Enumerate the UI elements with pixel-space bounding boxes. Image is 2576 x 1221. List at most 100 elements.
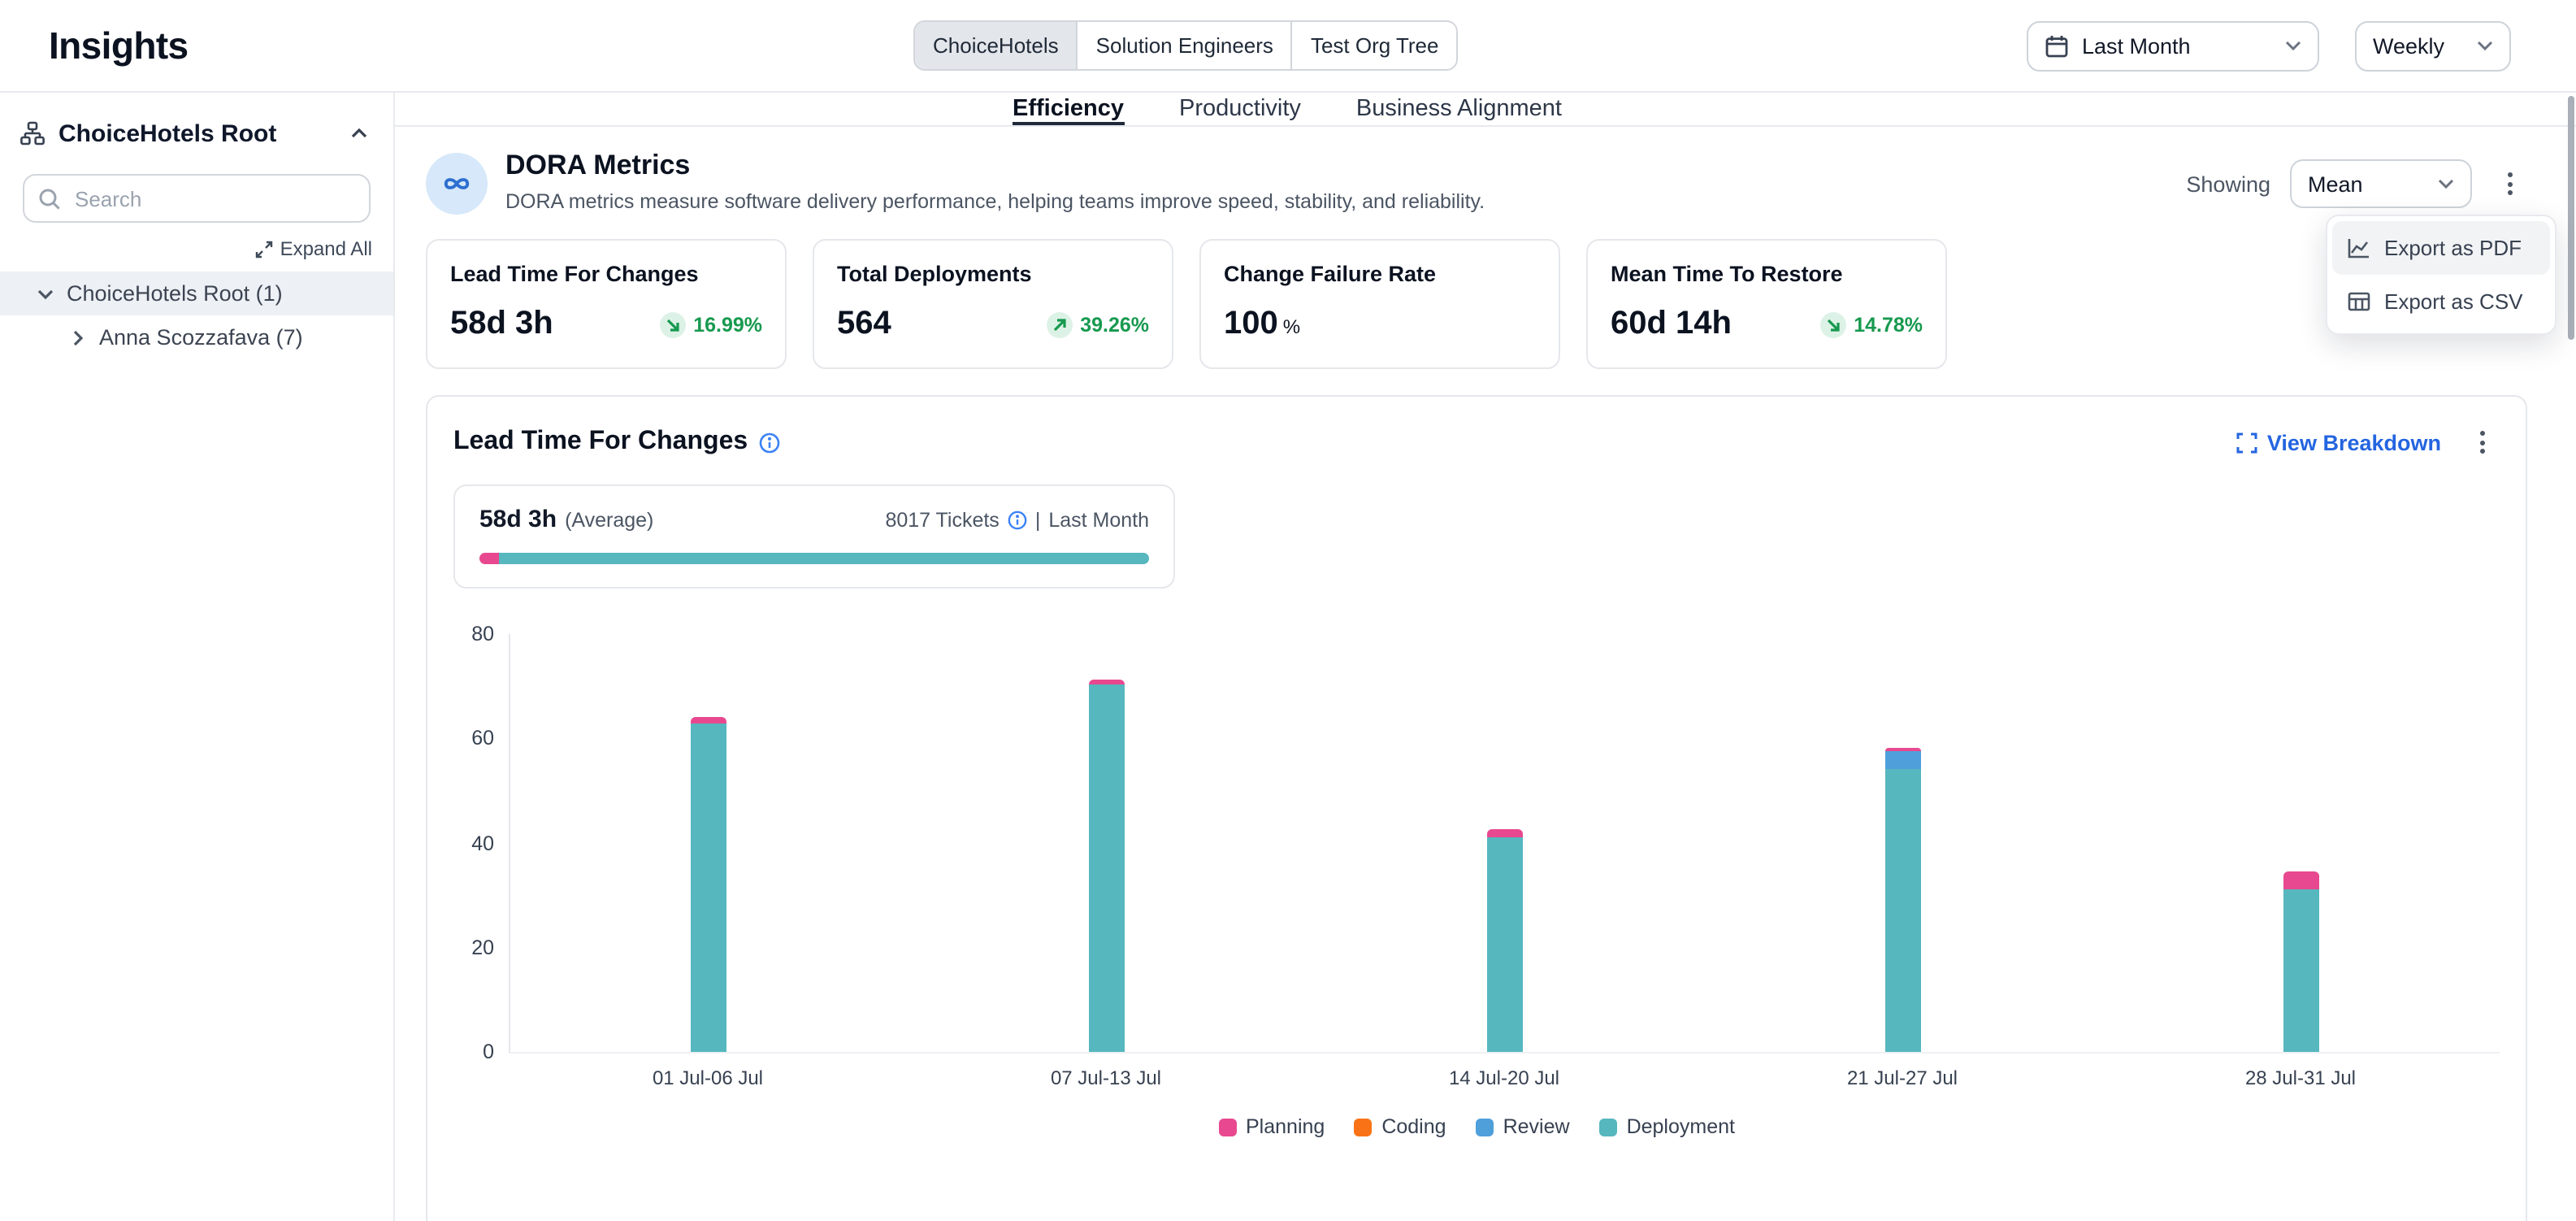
bar-segment-deployment xyxy=(1089,685,1125,1053)
org-tab-solution-engineers[interactable]: Solution Engineers xyxy=(1077,22,1291,69)
metric-delta-badge: 14.78% xyxy=(1819,311,1923,337)
y-axis-tick: 20 xyxy=(452,935,494,961)
legend-label: Review xyxy=(1503,1115,1570,1138)
chevron-down-icon xyxy=(2438,176,2454,192)
bar-segment-planning xyxy=(2283,871,2318,890)
search-icon xyxy=(37,187,62,211)
summary-bar-segment-deployment xyxy=(500,553,1149,564)
metric-title: Change Failure Rate xyxy=(1224,262,1536,286)
metric-value: 100% xyxy=(1224,306,1300,343)
info-icon[interactable] xyxy=(759,432,780,453)
card-total-deployments[interactable]: Total Deployments 564 39.26% xyxy=(813,239,1173,369)
table-icon xyxy=(2347,289,2371,314)
granularity-select[interactable]: Weekly xyxy=(2355,20,2511,71)
x-axis-label: 07 Jul-13 Jul xyxy=(907,1067,1305,1089)
granularity-select-value: Weekly xyxy=(2373,33,2464,58)
tree-item-label: Anna Scozzafava (7) xyxy=(99,325,303,350)
metric-delta-value: 39.26% xyxy=(1080,313,1149,336)
metric-delta-badge: 16.99% xyxy=(659,311,762,337)
summary-value: 58d 3h xyxy=(479,506,557,533)
legend-item-coding[interactable]: Coding xyxy=(1354,1115,1446,1138)
dora-titles: DORA Metrics DORA metrics measure softwa… xyxy=(505,150,1485,213)
tree-item-anna-scozzafava[interactable]: Anna Scozzafava (7) xyxy=(0,315,393,359)
org-tree-icon xyxy=(20,120,46,146)
expand-all-label: Expand All xyxy=(280,237,372,260)
legend-item-deployment[interactable]: Deployment xyxy=(1599,1115,1735,1138)
x-axis-labels: 01 Jul-06 Jul07 Jul-13 Jul14 Jul-20 Jul2… xyxy=(509,1067,2500,1089)
summary-meta: 8017 Tickets | Last Month xyxy=(885,508,1149,531)
bars-container xyxy=(510,634,2500,1052)
stacked-bar-3[interactable] xyxy=(1487,829,1523,1052)
bar-segment-planning xyxy=(692,716,727,724)
y-axis-tick: 40 xyxy=(452,830,494,856)
aggregation-select[interactable]: Mean xyxy=(2290,159,2472,208)
period-select[interactable]: Last Month xyxy=(2027,20,2319,71)
metric-value: 58d 3h xyxy=(450,306,553,343)
chevron-right-icon[interactable] xyxy=(67,326,89,349)
metric-delta-value: 16.99% xyxy=(693,313,762,336)
bar-segment-deployment xyxy=(1885,769,1921,1052)
y-axis-tick: 80 xyxy=(452,621,494,647)
menu-item-label: Export as PDF xyxy=(2384,236,2522,260)
bar-segment-deployment xyxy=(2283,889,2318,1052)
legend-item-planning[interactable]: Planning xyxy=(1218,1115,1325,1138)
insights-app: Insights ChoiceHotels Solution Engineers… xyxy=(0,0,2576,1221)
metric-title: Lead Time For Changes xyxy=(450,262,762,286)
chart-card-title: Lead Time For Changes xyxy=(453,428,780,457)
line-chart-icon xyxy=(2347,236,2371,260)
summary-tickets: 8017 Tickets xyxy=(885,508,999,531)
view-breakdown-button[interactable]: View Breakdown xyxy=(2236,430,2441,454)
chart-card-actions: View Breakdown xyxy=(2236,423,2500,462)
tree-item-label: ChoiceHotels Root (1) xyxy=(67,281,283,306)
tab-efficiency[interactable]: Efficiency xyxy=(1013,93,1124,125)
org-tab-choicehotels[interactable]: ChoiceHotels xyxy=(915,22,1077,69)
showing-label: Showing xyxy=(2186,172,2270,196)
bar-segment-planning xyxy=(1487,829,1523,837)
expand-all-button[interactable]: Expand All xyxy=(0,237,372,260)
sidebar-collapse-button[interactable] xyxy=(348,122,371,145)
metric-unit: % xyxy=(1283,315,1300,338)
trend-arrow-icon xyxy=(659,311,685,337)
summary-separator: | xyxy=(1035,508,1041,531)
legend-swatch xyxy=(1218,1118,1236,1136)
sidebar-header: ChoiceHotels Root xyxy=(0,112,393,154)
lead-time-chart: 020406080 01 Jul-06 Jul07 Jul-13 Jul14 J… xyxy=(453,634,2500,1138)
dora-kebab-menu-button[interactable] xyxy=(2491,164,2527,203)
chart-summary-card: 58d 3h (Average) 8017 Tickets | Last Mon… xyxy=(453,484,1175,589)
metric-title: Total Deployments xyxy=(837,262,1149,286)
org-switcher: ChoiceHotels Solution Engineers Test Org… xyxy=(913,20,1458,71)
search-input[interactable] xyxy=(23,174,371,223)
card-lead-time-for-changes[interactable]: Lead Time For Changes 58d 3h 16.99% xyxy=(426,239,787,369)
stacked-bar-4[interactable] xyxy=(1885,748,1921,1052)
export-csv-menu-item[interactable]: Export as CSV xyxy=(2332,275,2550,328)
stacked-bar-2[interactable] xyxy=(1089,680,1125,1052)
legend-item-review[interactable]: Review xyxy=(1476,1115,1570,1138)
view-breakdown-label: View Breakdown xyxy=(2267,430,2441,454)
tree-item-choicehotels-root[interactable]: ChoiceHotels Root (1) xyxy=(0,272,393,315)
tab-productivity[interactable]: Productivity xyxy=(1179,93,1301,125)
stacked-bar-5[interactable] xyxy=(2283,871,2318,1053)
stacked-bar-1[interactable] xyxy=(692,716,727,1052)
legend-label: Planning xyxy=(1246,1115,1325,1138)
chevron-down-icon[interactable] xyxy=(34,282,57,305)
scrollbar-thumb[interactable] xyxy=(2568,96,2574,340)
dora-header: DORA Metrics DORA metrics measure softwa… xyxy=(426,150,2527,215)
page-body: ChoiceHotels Root Expand All xyxy=(0,93,2576,1221)
tab-business-alignment[interactable]: Business Alignment xyxy=(1356,93,1562,125)
export-pdf-menu-item[interactable]: Export as PDF xyxy=(2332,221,2550,275)
y-axis-tick: 60 xyxy=(452,726,494,752)
dora-subtitle: DORA metrics measure software delivery p… xyxy=(505,190,1485,213)
sidebar-root-title: ChoiceHotels Root xyxy=(59,119,335,147)
summary-qualifier: (Average) xyxy=(565,508,653,531)
legend-label: Coding xyxy=(1381,1115,1446,1138)
info-icon[interactable] xyxy=(1008,510,1027,529)
card-mean-time-to-restore[interactable]: Mean Time To Restore 60d 14h 14.78% xyxy=(1586,239,1947,369)
header-controls: Last Month Weekly xyxy=(2027,20,2511,71)
y-axis-tick: 0 xyxy=(452,1039,494,1065)
dora-metric-cards: Lead Time For Changes 58d 3h 16.99% xyxy=(426,239,2527,369)
legend-swatch xyxy=(1476,1118,1494,1136)
expand-icon xyxy=(256,240,274,258)
card-change-failure-rate[interactable]: Change Failure Rate 100% xyxy=(1199,239,1560,369)
org-tab-test-org-tree[interactable]: Test Org Tree xyxy=(1291,22,1457,69)
chart-kebab-menu-button[interactable] xyxy=(2464,423,2500,462)
